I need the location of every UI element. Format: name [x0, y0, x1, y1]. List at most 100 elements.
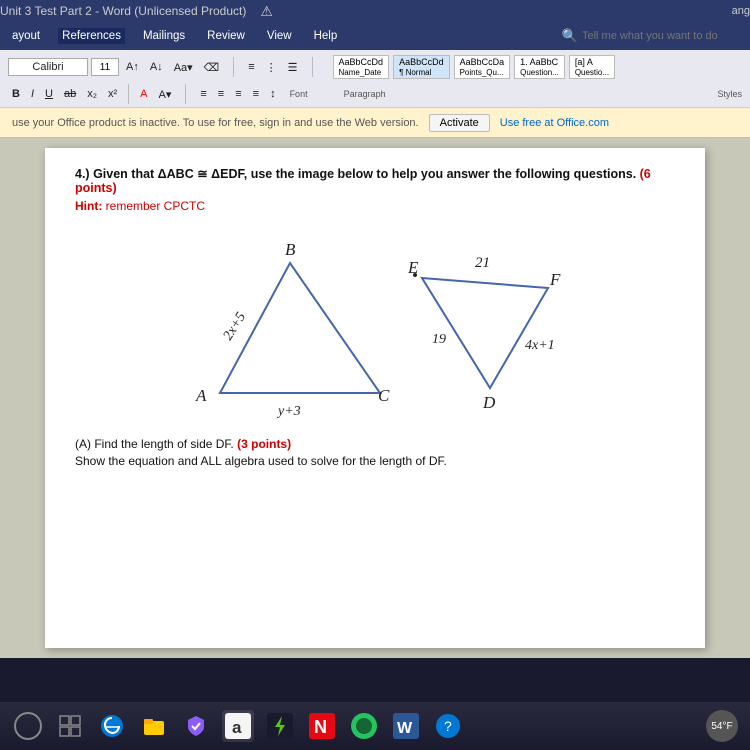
style-question-num[interactable]: 1. AaBbCQuestion...: [514, 55, 565, 79]
question-number: 4.): [75, 167, 90, 181]
side-y3-label: y+3: [276, 404, 301, 419]
vertex-a-label: A: [195, 386, 207, 405]
part-a: (A) Find the length of side DF. (3 point…: [75, 437, 675, 451]
word-button[interactable]: a: [222, 710, 254, 742]
triangles-svg: B A C 2x+5 y+3 E F D 21 19 4x+1: [160, 223, 590, 423]
task-view-icon: [59, 715, 81, 737]
app5-button[interactable]: [264, 710, 296, 742]
side-2x5-label: 2x+5: [221, 310, 249, 343]
notification-bar: use your Office product is inactive. To …: [0, 108, 750, 138]
notification-text: use your Office product is inactive. To …: [12, 117, 419, 129]
tell-me-area: 🔍: [562, 28, 742, 44]
bullets-btn[interactable]: ≡: [244, 59, 258, 75]
triangle-diagram: B A C 2x+5 y+3 E F D 21 19 4x+1: [75, 223, 675, 423]
activate-button[interactable]: Activate: [429, 114, 490, 132]
app8-button[interactable]: W: [390, 710, 422, 742]
para-section-label: Paragraph: [344, 89, 386, 99]
underline-btn[interactable]: U: [41, 86, 57, 102]
style-normal[interactable]: AaBbCcDd¶ Normal: [393, 55, 450, 79]
tell-me-input[interactable]: [582, 30, 742, 42]
ribbon-divider-2: [312, 57, 313, 77]
task-view-button[interactable]: [54, 710, 86, 742]
ribbon-divider-4: [185, 84, 186, 104]
svg-text:N: N: [314, 717, 327, 737]
svg-text:W: W: [397, 720, 413, 737]
shield-icon: [183, 713, 209, 739]
italic-btn[interactable]: I: [27, 86, 38, 102]
side-4x1-label: 4x+1: [525, 338, 555, 353]
temperature-text: 54°F: [711, 721, 732, 732]
edge-button[interactable]: [96, 710, 128, 742]
list-section: ≡ ⋮ ☰: [244, 59, 301, 76]
shrink-font-btn[interactable]: A↓: [146, 59, 167, 75]
vertex-c-label: C: [378, 386, 390, 405]
hint-line: Hint: remember CPCTC: [75, 199, 675, 213]
align-right-btn[interactable]: ≡: [231, 86, 245, 102]
vertex-e-label: E: [407, 258, 419, 277]
ribbon-divider-3: [128, 84, 129, 104]
align-left-btn[interactable]: ≡: [196, 86, 210, 102]
help-button[interactable]: ?: [432, 710, 464, 742]
file-explorer-button[interactable]: [138, 710, 170, 742]
vertex-f-label: F: [549, 270, 561, 289]
clear-format-btn[interactable]: ⌫: [200, 59, 224, 76]
search-button[interactable]: [12, 710, 44, 742]
style-points[interactable]: AaBbCcDaPoints_Qu...: [454, 55, 511, 79]
hint-text: remember CPCTC: [106, 199, 205, 213]
font-section-label: Font: [290, 89, 308, 99]
font-size-input[interactable]: [91, 58, 119, 76]
question-main: Given that ΔABC ≅ ΔEDF, use the image be…: [93, 167, 640, 181]
outline-btn[interactable]: ☰: [284, 59, 302, 76]
font-color-btn[interactable]: A: [136, 86, 151, 102]
menu-review[interactable]: Review: [203, 28, 249, 44]
taskbar-right: 54°F: [706, 710, 738, 742]
menu-references[interactable]: References: [58, 28, 125, 44]
free-link[interactable]: Use free at Office.com: [500, 117, 609, 129]
svg-text:?: ?: [444, 718, 452, 734]
search-icon: 🔍: [562, 28, 578, 44]
menu-mailings[interactable]: Mailings: [139, 28, 189, 44]
bold-btn[interactable]: B: [8, 86, 24, 102]
word-icon: a: [225, 713, 251, 739]
grow-font-btn[interactable]: A↑: [122, 59, 143, 75]
lightning-icon: [267, 713, 293, 739]
numbering-btn[interactable]: ⋮: [262, 59, 281, 76]
font-section: Calibri A↑ A↓ Aa▾ ⌫: [8, 58, 223, 76]
svg-text:a: a: [232, 718, 242, 737]
style-namedate[interactable]: AaBbCcDdName_Date: [333, 55, 390, 79]
app6-button[interactable]: N: [306, 710, 338, 742]
security-button[interactable]: [180, 710, 212, 742]
vertex-d-label: D: [482, 393, 496, 412]
part-a-text: Find the length of side DF.: [94, 437, 233, 451]
temperature-badge: 54°F: [706, 710, 738, 742]
highlight-btn[interactable]: A▾: [155, 86, 176, 103]
warning-icon: ⚠: [260, 3, 273, 20]
font-style-btn[interactable]: Aa▾: [170, 59, 197, 76]
hint-label: Hint:: [75, 199, 102, 213]
app7-icon: [350, 712, 378, 740]
styles-area: AaBbCcDdName_Date AaBbCcDd¶ Normal AaBbC…: [333, 55, 616, 79]
menu-bar: ayout References Mailings Review View He…: [0, 22, 750, 50]
menu-view[interactable]: View: [263, 28, 296, 44]
w-icon: W: [393, 713, 419, 739]
side-19-label: 19: [432, 332, 446, 347]
dot-mark: [413, 273, 417, 277]
font-name-btn[interactable]: Calibri: [8, 58, 88, 76]
align-center-btn[interactable]: ≡: [214, 86, 228, 102]
align-justify-btn[interactable]: ≡: [249, 86, 263, 102]
app7-button[interactable]: [348, 710, 380, 742]
question-line: 4.) Given that ΔABC ≅ ΔEDF, use the imag…: [75, 166, 675, 195]
menu-layout[interactable]: ayout: [8, 28, 44, 44]
part-a-instruction: Show the equation and ALL algebra used t…: [75, 454, 675, 468]
help-icon: ?: [435, 713, 461, 739]
superscript-btn[interactable]: x²: [104, 86, 121, 102]
para-row: ≡ ≡ ≡ ≡ ↕: [196, 86, 279, 102]
line-spacing-btn[interactable]: ↕: [266, 86, 280, 102]
menu-help[interactable]: Help: [310, 28, 342, 44]
subscript-btn[interactable]: x₂: [83, 86, 101, 102]
ribbon: Calibri A↑ A↓ Aa▾ ⌫ ≡ ⋮ ☰ AaBbCcDdName_D…: [0, 50, 750, 108]
style-question-a[interactable]: [a] AQuestio...: [569, 55, 615, 79]
strikethrough-btn[interactable]: ab: [60, 86, 80, 102]
part-a-points: (3 points): [237, 437, 291, 451]
document-area: 4.) Given that ΔABC ≅ ΔEDF, use the imag…: [0, 138, 750, 658]
